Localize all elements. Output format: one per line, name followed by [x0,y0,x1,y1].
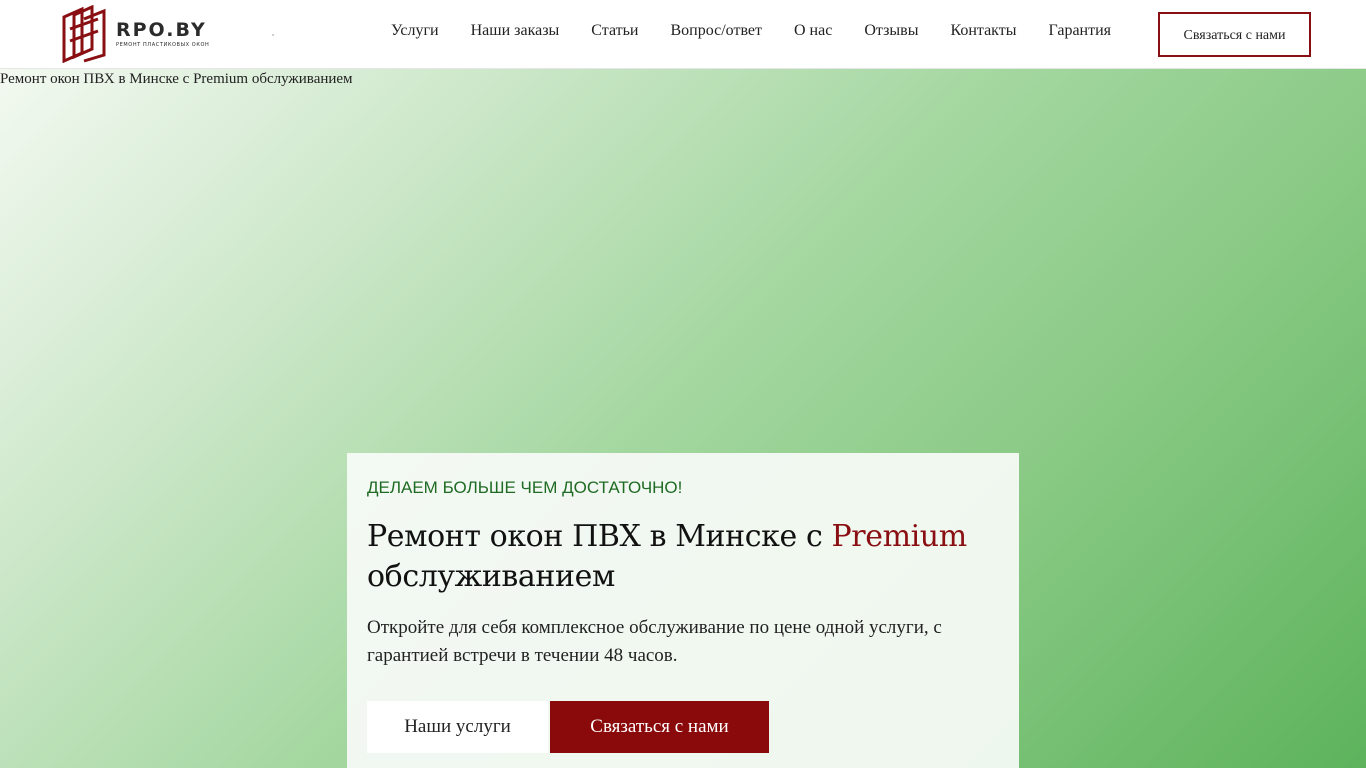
site-header: RPO.BY Ремонт пластиковых окон Услуги На… [0,0,1366,69]
divider-dot [272,34,274,36]
nav-item-articles[interactable]: Статьи [591,20,638,42]
nav-item-faq[interactable]: Вопрос/ответ [670,20,762,42]
window-frame-logo-icon [62,5,106,63]
nav-item-warranty[interactable]: Гарантия [1048,20,1111,42]
nav-item-services[interactable]: Услуги [391,20,439,42]
main-nav: Услуги Наши заказы Статьи Вопрос/ответ О… [391,20,1111,42]
services-button[interactable]: Наши услуги [367,701,548,753]
logo-tagline: Ремонт пластиковых окон [116,42,210,48]
contact-button[interactable]: Связаться с нами [550,701,769,753]
nav-item-about[interactable]: О нас [794,20,832,42]
hero-image-alt: Ремонт окон ПВХ в Минске с Premium обслу… [0,71,353,88]
nav-item-reviews[interactable]: Отзывы [864,20,918,42]
nav-item-orders[interactable]: Наши заказы [471,20,560,42]
hero-title-main: Ремонт окон ПВХ в Минске с [367,519,832,554]
logo-title: RPO.BY [116,19,207,41]
logo[interactable]: RPO.BY Ремонт пластиковых окон [60,4,210,64]
header-contact-button[interactable]: Связаться с нами [1158,12,1311,57]
nav-item-contacts[interactable]: Контакты [950,20,1016,42]
hero-title-accent: Premium [831,519,967,554]
hero-image-alt-text: Ремонт окон ПВХ в Минске с Premium обслу… [0,71,353,87]
hero-card: ДЕЛАЕМ БОЛЬШЕ ЧЕМ ДОСТАТОЧНО! Ремонт око… [347,453,1019,768]
hero-eyebrow: ДЕЛАЕМ БОЛЬШЕ ЧЕМ ДОСТАТОЧНО! [367,478,683,497]
hero-description: Откройте для себя комплексное обслуживан… [367,617,942,666]
hero-title-end: обслуживанием [367,559,615,594]
hero-section: Ремонт окон ПВХ в Минске с Premium обслу… [0,69,1366,768]
hero-title: Ремонт окон ПВХ в Минске с Premium обслу… [367,517,1007,597]
